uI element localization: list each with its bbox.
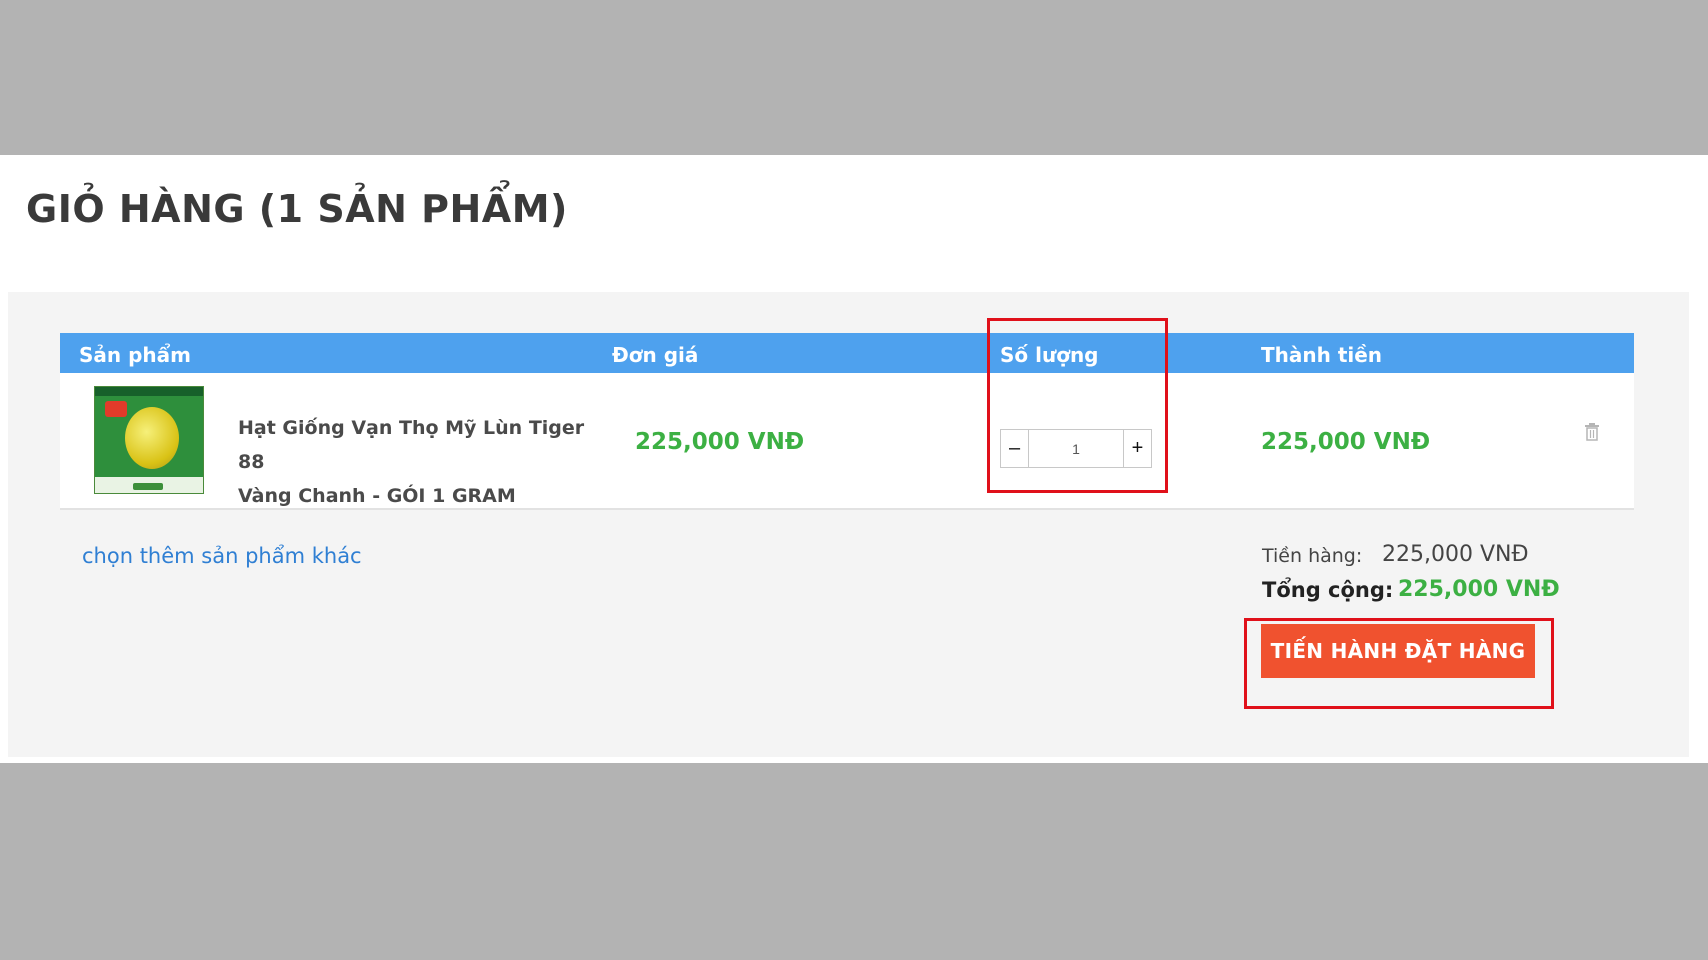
page-title: GIỎ HÀNG (1 SẢN PHẨM) xyxy=(26,187,568,231)
header-unit-price: Đơn giá xyxy=(612,343,699,367)
product-name[interactable]: Hạt Giống Vạn Thọ Mỹ Lùn Tiger 88 Vàng C… xyxy=(238,411,598,513)
cart-panel: GIỎ HÀNG (1 SẢN PHẨM) Sản phẩm Đơn giá S… xyxy=(0,155,1708,763)
decrement-button[interactable]: – xyxy=(1001,430,1029,467)
cart-table-header: Sản phẩm Đơn giá Số lượng Thành tiền xyxy=(60,333,1634,373)
cart-area: Sản phẩm Đơn giá Số lượng Thành tiền Hạt… xyxy=(8,292,1689,757)
cart-item-row: Hạt Giống Vạn Thọ Mỹ Lùn Tiger 88 Vàng C… xyxy=(60,373,1634,510)
header-line-total: Thành tiền xyxy=(1261,343,1383,367)
trash-icon[interactable] xyxy=(1584,423,1600,441)
total-value: 225,000 VNĐ xyxy=(1398,577,1560,602)
quantity-stepper[interactable]: – + xyxy=(1000,429,1152,468)
line-total: 225,000 VNĐ xyxy=(1261,429,1431,455)
header-product: Sản phẩm xyxy=(79,343,191,367)
unit-price: 225,000 VNĐ xyxy=(635,429,805,455)
header-quantity: Số lượng xyxy=(1000,343,1099,367)
product-name-line-1[interactable]: Hạt Giống Vạn Thọ Mỹ Lùn Tiger 88 xyxy=(238,411,598,479)
total-label: Tổng cộng: xyxy=(1262,578,1394,602)
increment-button[interactable]: + xyxy=(1123,430,1151,467)
subtotal-label: Tiền hàng: xyxy=(1262,545,1363,567)
product-thumbnail[interactable] xyxy=(94,386,204,494)
continue-shopping-link[interactable]: chọn thêm sản phẩm khác xyxy=(82,544,362,568)
quantity-input[interactable] xyxy=(1030,430,1122,467)
product-name-line-2[interactable]: Vàng Chanh - GÓI 1 GRAM xyxy=(238,479,598,513)
subtotal-value: 225,000 VNĐ xyxy=(1382,542,1529,567)
checkout-button[interactable]: TIẾN HÀNH ĐẶT HÀNG xyxy=(1261,624,1535,678)
